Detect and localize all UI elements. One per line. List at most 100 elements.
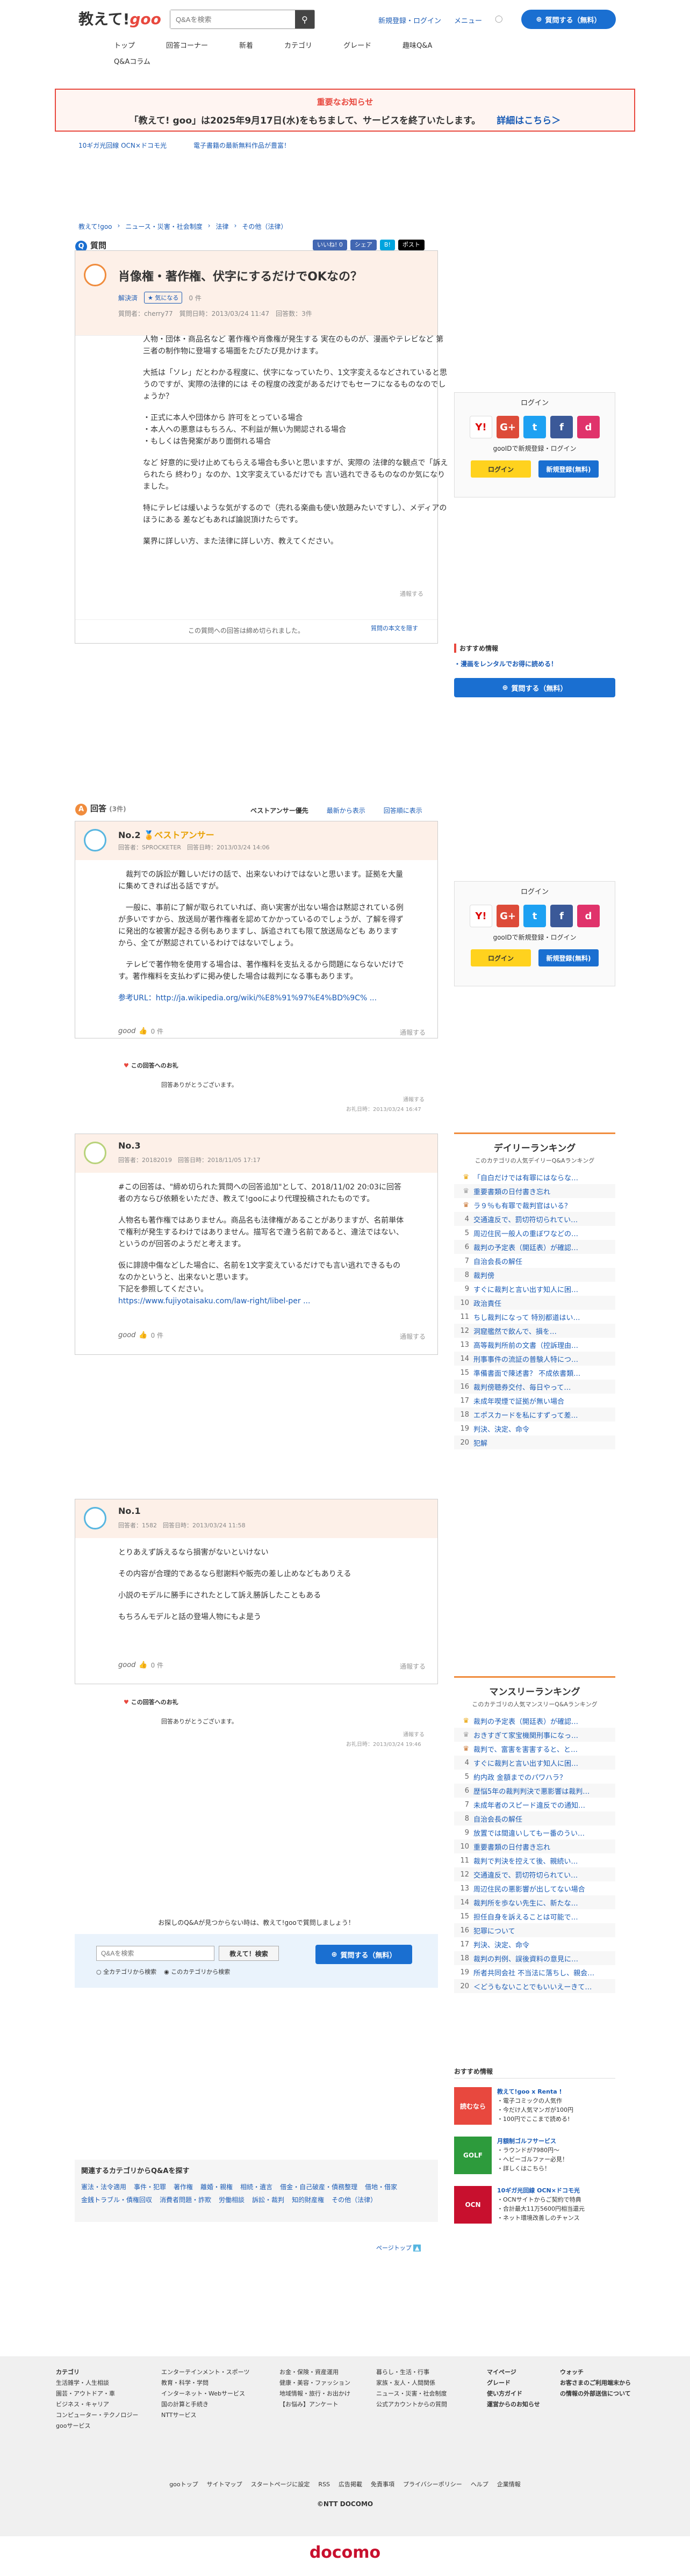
ranking-link[interactable]: 放置では間違いしてもー番のうい… — [473, 1828, 585, 1838]
footer-bottom-link[interactable]: 免責事項 — [371, 2481, 394, 2488]
facebook-icon[interactable]: f — [550, 905, 573, 927]
ranking-link[interactable]: 交通違反で、罰切符切られてい… — [473, 1870, 578, 1880]
ranking-link[interactable]: 裁判の予定表（開廷表）が確認… — [473, 1716, 578, 1726]
footer-link[interactable]: エンターテインメント・スポーツ — [161, 2367, 269, 2378]
twitter-icon[interactable]: t — [523, 905, 546, 927]
related-category-link[interactable]: 労働相談 — [219, 2193, 245, 2206]
related-category-link[interactable]: 著作権 — [174, 2181, 193, 2193]
ranking-item[interactable]: 9 放置では間違いしてもー番のうい… — [454, 1825, 615, 1839]
ranking-link[interactable]: ＜どうもないことでもいいえーきて… — [473, 1981, 592, 1991]
ranking-item[interactable]: 8 裁判傍 — [454, 1268, 615, 1282]
nav-hobby[interactable]: 趣味Q&A — [402, 40, 432, 50]
footer-link[interactable]: 健康・美容・ファッション — [279, 2378, 387, 2389]
ranking-item[interactable]: 13 周辺住民の悪影響が出してない場合 — [454, 1881, 615, 1895]
ranking-link[interactable]: 準備書面で陳述書？ 不成依書類… — [473, 1368, 580, 1378]
ranking-link[interactable]: 担任自身を訴えることは可能で… — [473, 1911, 578, 1922]
google-icon[interactable]: G+ — [497, 905, 519, 927]
ranking-link[interactable]: 所者共同会社 不当法に落ちし、親会… — [473, 1967, 594, 1978]
ranking-link[interactable]: 重要書類の日付書き忘れ — [473, 1186, 550, 1196]
related-category-link[interactable]: 相続・遺言 — [240, 2181, 272, 2193]
footer-link[interactable]: ビジネス・キャリア — [56, 2399, 163, 2410]
share-button[interactable]: シェア — [350, 240, 377, 250]
ranking-item[interactable]: ♛ ラ９％も有罪で裁判官はいる？ — [454, 1198, 615, 1212]
ranking-link[interactable]: 裁判で、富害を害害すると、と… — [473, 1744, 578, 1754]
ranking-item[interactable]: 15 担任自身を訴えることは可能で… — [454, 1909, 615, 1923]
reference-link[interactable]: 参考URL：http://ja.wikipedia.org/wiki/%E8%9… — [118, 994, 377, 1002]
ranking-item[interactable]: 15 準備書面で陳述書？ 不成依書類… — [454, 1366, 615, 1380]
footer-link[interactable]: 地域情報・旅行・お出かけ — [279, 2389, 387, 2399]
ranking-item[interactable]: ♛ 裁判の予定表（開廷表）が確認… — [454, 1714, 615, 1728]
ranking-item[interactable]: ♛ おきすぎて家宝機関刑事になっ… — [454, 1728, 615, 1742]
ranking-link[interactable]: 裁判傍 — [473, 1270, 494, 1280]
ranking-link[interactable]: エポスカードを私にすずって差… — [473, 1410, 578, 1420]
report-link[interactable]: 通報する — [400, 1662, 426, 1671]
good-button[interactable]: good — [118, 1331, 135, 1339]
nav-column[interactable]: Q&Aコラム — [114, 58, 150, 66]
ranking-link[interactable]: 犯解 — [473, 1438, 487, 1448]
page-top-link[interactable]: ページトップ ▲ — [376, 2243, 421, 2252]
promo-link-ebook[interactable]: 電子書籍の最新無料作品が豊富！ — [193, 141, 290, 150]
ranking-link[interactable]: 周辺住民一般人の重ぼワなどの… — [473, 1228, 578, 1238]
promo-item[interactable]: GOLF 月額制ゴルフサービス ・ラウンドが7980円〜 ・ヘビーゴルファー必見！ ・… — [454, 2137, 615, 2174]
login-button[interactable]: ログイン — [471, 949, 531, 966]
notice-link[interactable]: 詳細はこちら＞ — [497, 116, 560, 126]
footer-link[interactable]: コンピューター・テクノロジー — [56, 2410, 163, 2421]
ranking-item[interactable]: 7 自治会長の解任 — [454, 1254, 615, 1268]
related-category-link[interactable]: その他（法律） — [332, 2193, 377, 2206]
footer-bottom-link[interactable]: ヘルプ — [471, 2481, 488, 2488]
side-ask-button[interactable]: ⊕ 質問する（無料） — [454, 678, 615, 697]
footer-bottom-link[interactable]: スタートページに設定 — [251, 2481, 310, 2488]
ranking-link[interactable]: 裁判の判例、誤後資料の意見に… — [473, 1953, 578, 1964]
ranking-link[interactable]: すぐに裁判と言い出す知人に困… — [473, 1758, 578, 1768]
ranking-item[interactable]: 16 裁判傍聴券交付、毎日やって… — [454, 1380, 615, 1394]
ranking-link[interactable]: 犯罪について — [473, 1925, 515, 1936]
promo-item[interactable]: 読むなら 教えて!goo x Renta ! ・電子コミックの人気作 ・今だけ人気マ… — [454, 2087, 615, 2125]
report-link[interactable]: 通報する — [403, 1730, 425, 1738]
footer-link[interactable]: 国の計算と手続き — [161, 2399, 269, 2410]
ranking-link[interactable]: 周辺住民の悪影響が出してない場合 — [473, 1884, 585, 1894]
ranking-item[interactable]: 19 所者共同会社 不当法に落ちし、親会… — [454, 1965, 615, 1979]
ranking-link[interactable]: 裁判の予定表（開廷表）が確認… — [473, 1242, 578, 1252]
docomo-icon[interactable]: d — [577, 905, 600, 927]
related-category-link[interactable]: 金銭トラブル・債権回収 — [81, 2193, 152, 2206]
ranking-link[interactable]: ちし裁判になって 特別都道はい… — [473, 1312, 580, 1322]
ranking-link[interactable]: 裁判所を歩ない先生に、新たな… — [473, 1897, 578, 1908]
nav-new[interactable]: 新着 — [239, 40, 253, 50]
promo-item[interactable]: OCN 10ギガ光回線 OCN×ドコモ光 ・OCNサイトからご契約で特典 ・合計最大… — [454, 2186, 615, 2224]
related-category-link[interactable]: 知的財産権 — [292, 2193, 324, 2206]
ranking-link[interactable]: 洞窟艦然で飲んで、損を… — [473, 1326, 557, 1336]
ranking-item[interactable]: 8 自治会長の解任 — [454, 1812, 615, 1825]
ranking-item[interactable]: 5 周辺住民一般人の重ぼワなどの… — [454, 1226, 615, 1240]
radio-all-categories[interactable]: ○ 全カテゴリから検索 — [96, 1967, 156, 1976]
report-link[interactable]: 通報する — [400, 1028, 426, 1037]
ranking-item[interactable]: 6 歴悩5年の裁判判決で悪影響は裁判… — [454, 1784, 615, 1798]
ranking-link[interactable]: 約内政 金額までのパワハラ？ — [473, 1772, 566, 1782]
ranking-link[interactable]: 判決、決定、命令 — [473, 1939, 529, 1950]
footer-bottom-link[interactable]: サイトマップ — [207, 2481, 242, 2488]
ranking-item[interactable]: 4 すぐに裁判と言い出す知人に困… — [454, 1756, 615, 1770]
ranking-item[interactable]: 20 犯解 — [454, 1435, 615, 1449]
promo-link-ocn[interactable]: 10ギガ光回線 OCN×ドコモ光 — [78, 141, 167, 150]
footer-link[interactable]: gooサービス — [56, 2421, 163, 2431]
facebook-icon[interactable]: f — [550, 416, 573, 438]
footer-link[interactable]: 生活雑学・人生相談 — [56, 2378, 163, 2389]
ranking-item[interactable]: 12 交通違反で、罰切符切られてい… — [454, 1867, 615, 1881]
search-input[interactable] — [170, 10, 295, 28]
ranking-item[interactable]: 10 政治責任 — [454, 1296, 615, 1310]
footer-bottom-link[interactable]: gooトップ — [169, 2481, 198, 2488]
nav-category[interactable]: カテゴリ — [284, 40, 312, 50]
ask-button[interactable]: ⊕ 質問する（無料） — [521, 10, 616, 29]
related-category-link[interactable]: 訴訟・裁判 — [252, 2193, 284, 2206]
footer-bottom-link[interactable]: 企業情報 — [497, 2481, 521, 2488]
footer-link[interactable]: 公式アカウントからの質問 — [376, 2399, 484, 2410]
ranking-link[interactable]: 重要書類の日付書き忘れ — [473, 1842, 550, 1852]
related-category-link[interactable]: 離婚・親権 — [200, 2181, 233, 2193]
footer-link[interactable]: お客さまのご利用端末からの情報の外部送信について — [560, 2378, 635, 2399]
footer-link[interactable]: ニュース・災害・社会制度 — [376, 2389, 484, 2399]
related-category-link[interactable]: 消費者問題・詐欺 — [160, 2193, 211, 2206]
ranking-item[interactable]: ♛ 裁判で、富害を害害すると、と… — [454, 1742, 615, 1756]
ranking-link[interactable]: 高等裁判所前の文書（控訴理由… — [473, 1340, 578, 1350]
logo[interactable]: 教えて!goo — [78, 8, 161, 29]
ranking-item[interactable]: 17 未成年喫煙で証拠が無い場合 — [454, 1394, 615, 1408]
yahoo-icon[interactable]: Y! — [470, 416, 492, 438]
